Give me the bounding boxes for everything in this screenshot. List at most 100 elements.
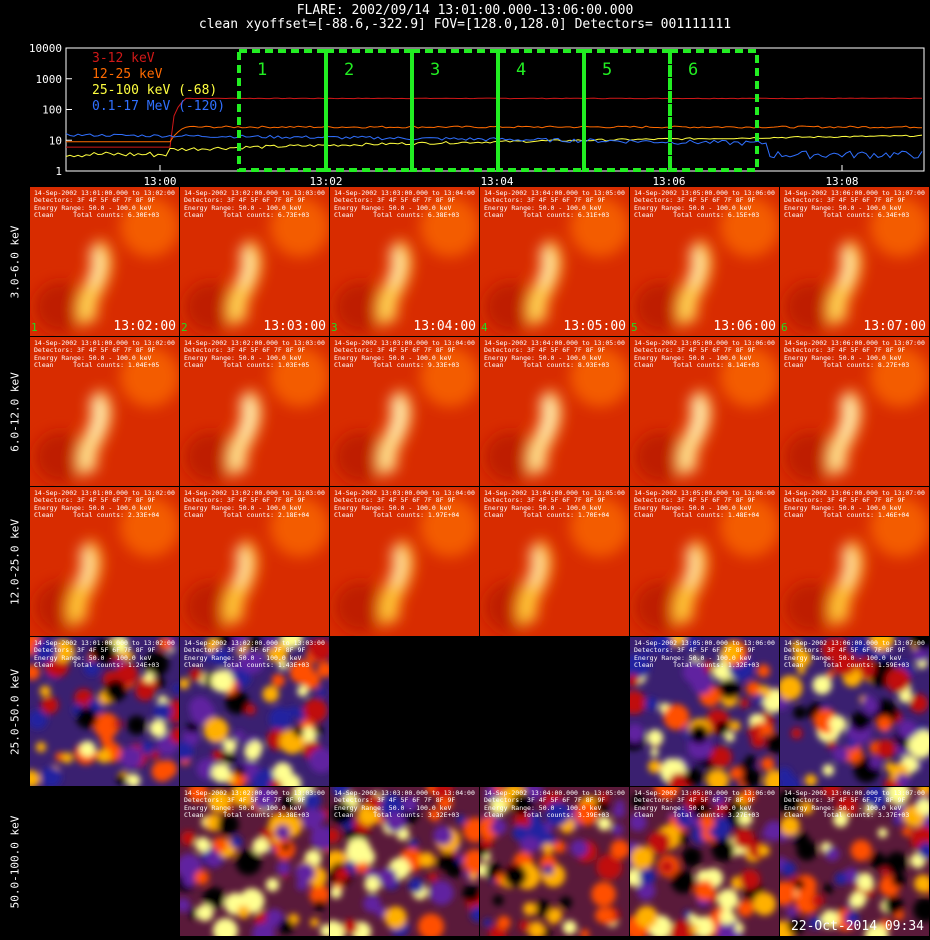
x-tick-label: 13:04 [480, 175, 513, 187]
legend-entry: 0.1-17 MeV (-120) [92, 99, 225, 114]
image-header: 14-Sep-2002 13:04:00.000 to 13:05:00 Det… [484, 189, 625, 220]
curve-01-17mev [65, 133, 923, 160]
image-cell: 14-Sep-2002 13:05:00.000 to 13:06:00 Det… [630, 487, 779, 636]
time-stamp: 13:04:00 [413, 319, 476, 334]
interval-box [582, 49, 672, 172]
y-tick-label: 100 [42, 104, 62, 117]
image-cell: 14-Sep-2002 13:04:00.000 to 13:05:00 Det… [480, 787, 629, 936]
image-cell: 14-Sep-2002 13:05:00.000 to 13:06:00 Det… [630, 637, 779, 786]
interval-label: 2 [344, 60, 354, 80]
image-cell: 14-Sep-2002 13:03:00.000 to 13:04:00 Det… [330, 487, 479, 636]
image-header: 14-Sep-2002 13:06:00.000 to 13:07:00 Det… [784, 789, 925, 820]
interval-index: 4 [481, 321, 488, 334]
image-cell: 14-Sep-2002 13:02:00.000 to 13:03:00 Det… [180, 337, 329, 486]
image-cell: 14-Sep-2002 13:01:00.000 to 13:02:00 Det… [30, 187, 179, 336]
interval-box [410, 49, 500, 172]
interval-label: 3 [430, 60, 440, 80]
image-header: 14-Sep-2002 13:03:00.000 to 13:04:00 Det… [334, 789, 475, 820]
image-cell: 14-Sep-2002 13:01:00.000 to 13:02:00 Det… [30, 337, 179, 486]
x-tick-label: 13:06 [652, 175, 685, 187]
x-tick-label: 13:00 [143, 175, 176, 187]
time-stamp: 13:07:00 [863, 319, 926, 334]
image-header: 14-Sep-2002 13:04:00.000 to 13:05:00 Det… [484, 339, 625, 370]
empty-cell [480, 637, 629, 786]
image-header: 14-Sep-2002 13:05:00.000 to 13:06:00 Det… [634, 639, 775, 670]
row-label: 12.0-25.0 keV [8, 518, 22, 605]
row-label: 3.0-6.0 keV [8, 225, 22, 298]
image-cell: 14-Sep-2002 13:02:00.000 to 13:03:00 Det… [180, 187, 329, 336]
image-cell: 14-Sep-2002 13:04:00.000 to 13:05:00 Det… [480, 187, 629, 336]
interval-index: 3 [331, 321, 338, 334]
image-header: 14-Sep-2002 13:04:00.000 to 13:05:00 Det… [484, 489, 625, 520]
image-header: 14-Sep-2002 13:01:00.000 to 13:02:00 Det… [34, 339, 175, 370]
image-header: 14-Sep-2002 13:01:00.000 to 13:02:00 Det… [34, 639, 175, 670]
image-cell: 14-Sep-2002 13:06:00.000 to 13:07:00 Det… [780, 187, 929, 336]
empty-cell [30, 787, 179, 936]
y-tick-label: 10000 [29, 42, 62, 55]
x-tick-label: 13:02 [309, 175, 342, 187]
lightcurve-plot: 10000 1000 100 10 1 13:00 13:02 13:04 13:06 13:08… [29, 42, 925, 187]
plot-title: FLARE: 2002/09/14 13:01:00.000-13:06:00.… [296, 3, 634, 18]
interval-box [324, 49, 414, 172]
curve-12-25kev [66, 125, 923, 143]
image-header: 14-Sep-2002 13:01:00.000 to 13:02:00 Det… [34, 489, 175, 520]
y-tick-label: 1000 [36, 73, 63, 86]
image-header: 14-Sep-2002 13:02:00.000 to 13:03:00 Det… [184, 639, 325, 670]
row-label: 50.0-100.0 keV [8, 815, 22, 908]
interval-index: 5 [631, 321, 638, 334]
x-tick-label: 13:08 [825, 175, 858, 187]
image-cell: 14-Sep-2002 13:02:00.000 to 13:03:00 Det… [180, 487, 329, 636]
y-tick-label: 10 [49, 134, 62, 147]
image-header: 14-Sep-2002 13:03:00.000 to 13:04:00 Det… [334, 489, 475, 520]
interval-label: 5 [602, 60, 612, 80]
interval-label: 6 [688, 60, 698, 80]
interval-index: 6 [781, 321, 788, 334]
image-header: 14-Sep-2002 13:02:00.000 to 13:03:00 Det… [184, 339, 325, 370]
plot-subtitle: clean xyoffset=[-88.6,-322.9] FOV=[128.0… [198, 17, 732, 32]
image-header: 14-Sep-2002 13:03:00.000 to 13:04:00 Det… [334, 339, 475, 370]
time-stamp: 13:05:00 [563, 319, 626, 334]
image-cell: 14-Sep-2002 13:01:00.000 to 13:02:00 Det… [30, 487, 179, 636]
image-cell: 14-Sep-2002 13:06:00.000 to 13:07:00 Det… [780, 637, 929, 786]
image-header: 14-Sep-2002 13:05:00.000 to 13:06:00 Det… [634, 189, 775, 220]
interval-box [668, 49, 759, 172]
empty-cell [330, 637, 479, 786]
image-cell: 14-Sep-2002 13:05:00.000 to 13:06:00 Det… [630, 337, 779, 486]
interval-index: 1 [31, 321, 38, 334]
image-cell: 14-Sep-2002 13:06:00.000 to 13:07:00 Det… [780, 487, 929, 636]
legend-entry: 25-100 keV (-68) [92, 83, 217, 98]
legend-entry: 12-25 keV [92, 67, 163, 82]
image-header: 14-Sep-2002 13:05:00.000 to 13:06:00 Det… [634, 489, 775, 520]
image-header: 14-Sep-2002 13:02:00.000 to 13:03:00 Det… [184, 489, 325, 520]
interval-index: 2 [181, 321, 188, 334]
row-label: 25.0-50.0 keV [8, 668, 22, 755]
time-stamp: 13:06:00 [713, 319, 776, 334]
footer-date: 22-Oct-2014 09:34 [790, 919, 924, 934]
image-header: 14-Sep-2002 13:04:00.000 to 13:05:00 Det… [484, 789, 625, 820]
image-cell: 14-Sep-2002 13:01:00.000 to 13:02:00 Det… [30, 637, 179, 786]
time-stamp: 13:02:00 [113, 319, 176, 334]
row-label: 6.0-12.0 keV [8, 371, 22, 452]
image-cell: 14-Sep-2002 13:05:00.000 to 13:06:00 Det… [630, 187, 779, 336]
image-header: 14-Sep-2002 13:01:00.000 to 13:02:00 Det… [34, 189, 175, 220]
image-header: 14-Sep-2002 13:02:00.000 to 13:03:00 Det… [184, 789, 325, 820]
image-cell: 14-Sep-2002 13:02:00.000 to 13:03:00 Det… [180, 787, 329, 936]
image-cell: 14-Sep-2002 13:03:00.000 to 13:04:00 Det… [330, 337, 479, 486]
image-header: 14-Sep-2002 13:06:00.000 to 13:07:00 Det… [784, 339, 925, 370]
interval-box [237, 49, 328, 172]
time-stamp: 13:03:00 [263, 319, 326, 334]
image-cell: 14-Sep-2002 13:03:00.000 to 13:04:00 Det… [330, 187, 479, 336]
image-header: 14-Sep-2002 13:05:00.000 to 13:06:00 Det… [634, 789, 775, 820]
curve-25-100kev [65, 134, 923, 158]
image-cell: 14-Sep-2002 13:05:00.000 to 13:06:00 Det… [630, 787, 779, 936]
legend-entry: 3-12 keV [92, 51, 155, 66]
image-cell: 14-Sep-2002 13:06:00.000 to 13:07:00 Det… [780, 787, 929, 936]
y-tick-label: 1 [55, 165, 62, 178]
image-grid: 14-Sep-2002 13:01:00.000 to 13:02:00 Det… [30, 187, 930, 940]
image-header: 14-Sep-2002 13:06:00.000 to 13:07:00 Det… [784, 489, 925, 520]
interval-label: 1 [257, 60, 267, 80]
image-header: 14-Sep-2002 13:06:00.000 to 13:07:00 Det… [784, 189, 925, 220]
image-cell: 14-Sep-2002 13:06:00.000 to 13:07:00 Det… [780, 337, 929, 486]
image-header: 14-Sep-2002 13:05:00.000 to 13:06:00 Det… [634, 339, 775, 370]
interval-label: 4 [516, 60, 526, 80]
